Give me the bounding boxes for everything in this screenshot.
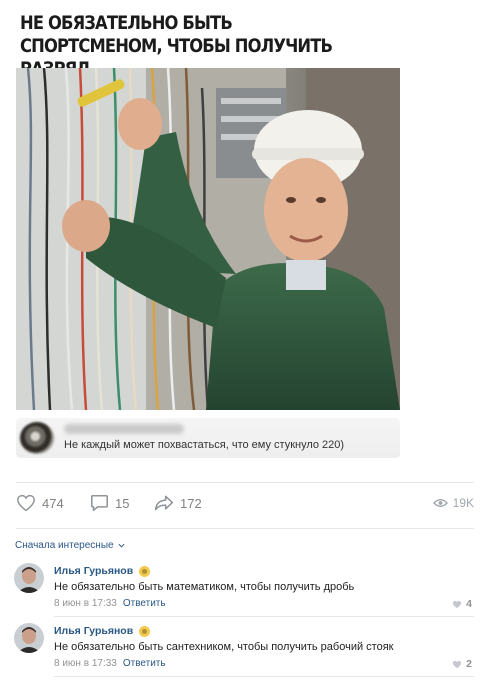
author-name[interactable]: Илья Гурьянов bbox=[54, 565, 133, 577]
heart-icon bbox=[453, 600, 462, 608]
comment-meta: 8 июн в 17:33 Ответить bbox=[54, 598, 166, 609]
comment-item: Илья Гурьянов Не обязательно быть матема… bbox=[14, 563, 474, 613]
share-icon bbox=[154, 495, 174, 511]
embedded-comment-text: Не каждый может похвастаться, что ему ст… bbox=[64, 439, 345, 451]
shares-count: 172 bbox=[180, 495, 202, 511]
sticker-badge-icon bbox=[139, 565, 151, 577]
views-count: 19K bbox=[452, 496, 474, 510]
comment-likes-count: 2 bbox=[466, 658, 472, 670]
reply-button[interactable]: Ответить bbox=[123, 658, 166, 669]
divider bbox=[16, 528, 474, 529]
comment-like-button[interactable]: 4 bbox=[452, 598, 472, 610]
avatar-image bbox=[14, 563, 44, 593]
post-photo[interactable] bbox=[16, 68, 400, 410]
comments-count: 15 bbox=[115, 495, 130, 511]
comment-item: Илья Гурьянов Не обязательно быть сантех… bbox=[14, 623, 474, 673]
avatar[interactable] bbox=[14, 563, 44, 593]
comment-icon bbox=[91, 494, 108, 512]
like-button[interactable]: 474 bbox=[16, 494, 64, 512]
blurred-name bbox=[64, 424, 184, 434]
comment-button[interactable]: 15 bbox=[90, 494, 129, 512]
comment-date[interactable]: 8 июн в 17:33 bbox=[54, 658, 117, 669]
heart-icon bbox=[453, 660, 462, 668]
embedded-comment: Не каждый может похвастаться, что ему ст… bbox=[16, 418, 400, 458]
avatar-image bbox=[14, 623, 44, 653]
views-counter: 19K bbox=[432, 496, 474, 510]
blurred-avatar bbox=[20, 422, 54, 454]
post-actions: 474 15 172 19K bbox=[16, 494, 474, 516]
comment-likes-count: 4 bbox=[466, 598, 472, 610]
comment-text: Не обязательно быть сантехником, чтобы п… bbox=[54, 641, 394, 653]
author-name[interactable]: Илья Гурьянов bbox=[54, 625, 133, 637]
comment-date[interactable]: 8 июн в 17:33 bbox=[54, 598, 117, 609]
divider bbox=[54, 616, 474, 617]
comment-author[interactable]: Илья Гурьянов bbox=[54, 625, 151, 637]
sticker-badge-icon bbox=[139, 625, 151, 637]
share-button[interactable]: 172 bbox=[154, 494, 202, 512]
sort-label: Сначала интересные bbox=[15, 540, 114, 551]
divider bbox=[16, 482, 474, 483]
comment-author[interactable]: Илья Гурьянов bbox=[54, 565, 151, 577]
likes-count: 474 bbox=[42, 495, 64, 511]
heart-icon bbox=[17, 494, 35, 512]
electrician-illustration bbox=[16, 68, 400, 410]
comment-text: Не обязательно быть математиком, чтобы п… bbox=[54, 581, 355, 593]
reply-button[interactable]: Ответить bbox=[123, 598, 166, 609]
eye-icon bbox=[432, 499, 448, 507]
avatar[interactable] bbox=[14, 623, 44, 653]
chevron-down-icon bbox=[118, 543, 125, 548]
comment-meta: 8 июн в 17:33 Ответить bbox=[54, 658, 166, 669]
comment-like-button[interactable]: 2 bbox=[452, 658, 472, 670]
comments-sort-selector[interactable]: Сначала интересные bbox=[15, 540, 125, 551]
divider bbox=[54, 676, 474, 677]
